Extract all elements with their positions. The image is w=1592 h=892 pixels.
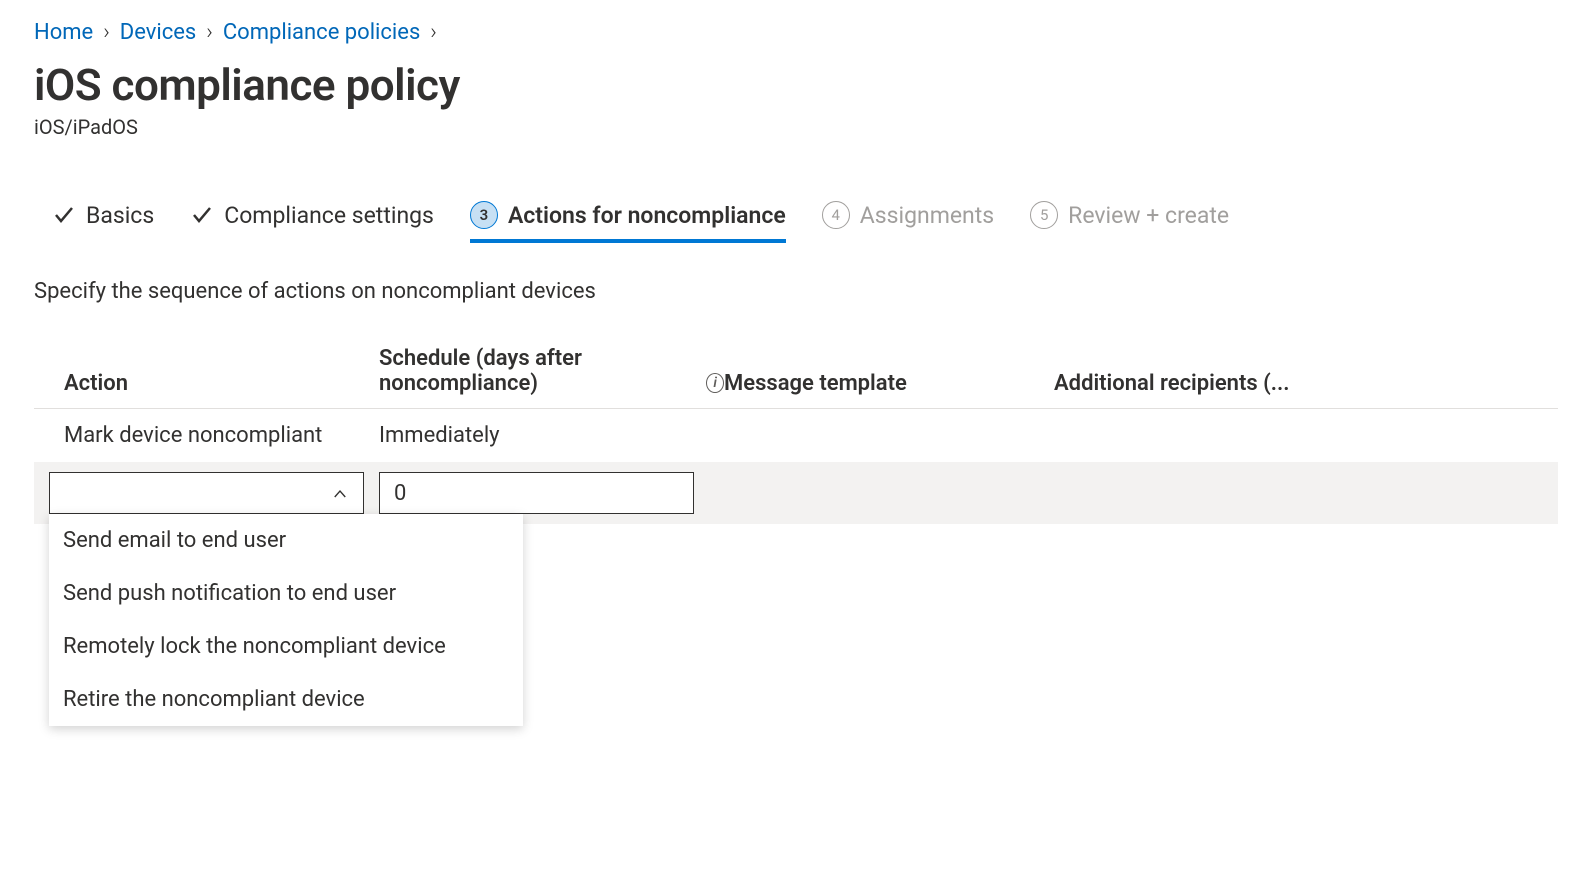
page-title: iOS compliance policy bbox=[34, 59, 1558, 111]
step-label: Basics bbox=[86, 202, 154, 229]
step-tabs: Basics Compliance settings 3 Actions for… bbox=[34, 201, 1558, 243]
header-schedule: Schedule (days after noncompliance) i bbox=[379, 346, 724, 396]
step-label: Assignments bbox=[860, 202, 994, 229]
option-remote-lock[interactable]: Remotely lock the noncompliant device bbox=[49, 620, 523, 673]
step-number-badge: 3 bbox=[470, 201, 498, 229]
action-dropdown-menu: Send email to end user Send push notific… bbox=[49, 514, 523, 726]
actions-table: Action Schedule (days after noncomplianc… bbox=[34, 334, 1558, 524]
cell-action: Mark device noncompliant bbox=[64, 423, 379, 448]
info-icon[interactable]: i bbox=[706, 373, 724, 393]
step-label: Compliance settings bbox=[224, 202, 434, 229]
option-retire-device[interactable]: Retire the noncompliant device bbox=[49, 673, 523, 726]
header-template: Message template bbox=[724, 371, 1054, 396]
step-label: Review + create bbox=[1068, 202, 1229, 229]
header-recipients: Additional recipients (... bbox=[1054, 371, 1528, 396]
chevron-right-icon: › bbox=[103, 20, 110, 45]
step-number-badge: 5 bbox=[1030, 201, 1058, 229]
header-action: Action bbox=[64, 371, 379, 396]
breadcrumb-compliance-policies[interactable]: Compliance policies bbox=[223, 20, 420, 45]
chevron-up-icon bbox=[331, 484, 349, 502]
option-send-push[interactable]: Send push notification to end user bbox=[49, 567, 523, 620]
step-review-create[interactable]: 5 Review + create bbox=[1030, 201, 1229, 243]
chevron-right-icon: › bbox=[430, 20, 437, 45]
schedule-input[interactable] bbox=[379, 472, 694, 514]
option-send-email[interactable]: Send email to end user bbox=[49, 514, 523, 567]
step-assignments[interactable]: 4 Assignments bbox=[822, 201, 994, 243]
breadcrumb-home[interactable]: Home bbox=[34, 20, 93, 45]
header-schedule-text: Schedule (days after noncompliance) bbox=[379, 346, 700, 396]
breadcrumb-devices[interactable]: Devices bbox=[120, 20, 197, 45]
step-number-badge: 4 bbox=[822, 201, 850, 229]
table-row: Mark device noncompliant Immediately bbox=[34, 409, 1558, 462]
table-header: Action Schedule (days after noncomplianc… bbox=[34, 334, 1558, 409]
action-dropdown[interactable] bbox=[49, 472, 364, 514]
check-icon bbox=[52, 203, 76, 227]
step-basics[interactable]: Basics bbox=[52, 202, 154, 243]
breadcrumb: Home › Devices › Compliance policies › bbox=[34, 20, 1558, 45]
step-actions-noncompliance[interactable]: 3 Actions for noncompliance bbox=[470, 201, 786, 243]
table-input-row: Send email to end user Send push notific… bbox=[34, 462, 1558, 524]
cell-schedule: Immediately bbox=[379, 423, 724, 448]
step-compliance-settings[interactable]: Compliance settings bbox=[190, 202, 434, 243]
check-icon bbox=[190, 203, 214, 227]
chevron-right-icon: › bbox=[206, 20, 213, 45]
page-subtitle: iOS/iPadOS bbox=[34, 115, 1558, 139]
section-description: Specify the sequence of actions on nonco… bbox=[34, 279, 1558, 304]
step-label: Actions for noncompliance bbox=[508, 202, 786, 229]
